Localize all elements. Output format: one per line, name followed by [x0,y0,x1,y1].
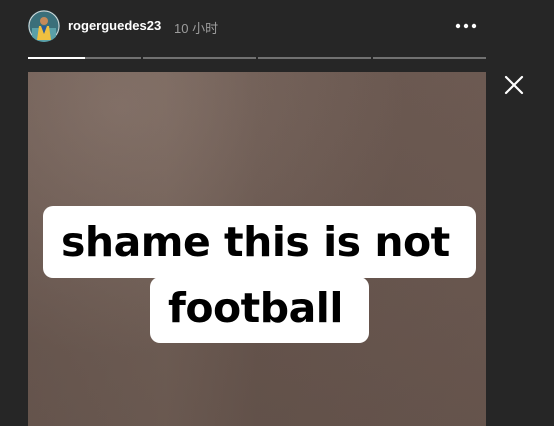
story-viewer: rogerguedes23 10 小时 shame this is not fo… [0,0,554,426]
progress-segment [258,57,371,59]
avatar-image [28,10,60,42]
close-button[interactable] [503,74,525,96]
more-horizontal-icon [455,23,477,29]
username[interactable]: rogerguedes23 [68,18,161,33]
user-avatar[interactable] [28,10,60,42]
more-options-button[interactable] [452,16,480,36]
progress-segment [373,57,486,59]
progress-segment [143,57,256,59]
story-progress-bar [28,57,486,59]
post-timestamp: 10 小时 [174,21,219,36]
story-header: rogerguedes23 10 小时 [28,10,486,44]
close-icon [504,75,524,95]
caption-line-1: shame this is not [61,218,450,266]
caption-line-2: football [168,284,343,332]
progress-segment [28,57,141,59]
progress-segment-fill [28,57,85,59]
story-media[interactable]: shame this is not football [28,72,486,426]
